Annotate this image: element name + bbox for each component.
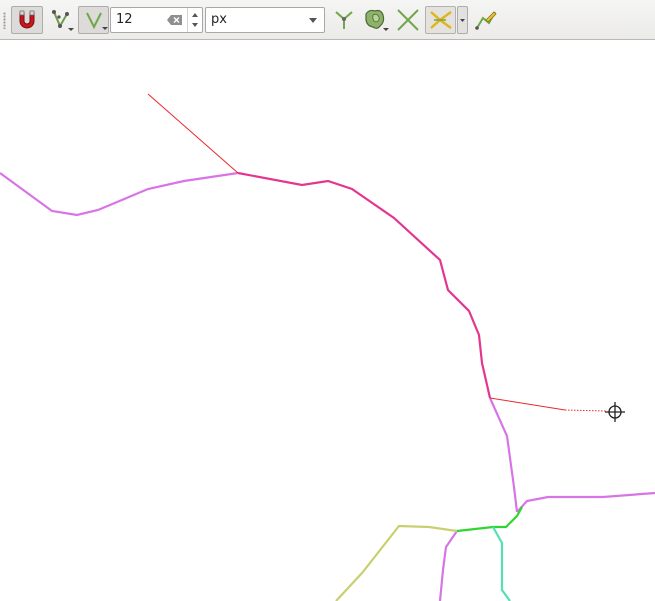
road-southwest-violet: [438, 530, 458, 601]
snap-guide-line: [489, 397, 566, 411]
snap-preview-dotted-line: [564, 409, 607, 412]
clear-icon[interactable]: [167, 14, 183, 26]
tolerance-stepper[interactable]: [187, 8, 202, 32]
road-olive: [335, 524, 458, 601]
snap-guides: [147, 93, 607, 412]
vertex-snap-icon: [86, 12, 108, 30]
self-snapping-dropdown[interactable]: [457, 6, 468, 34]
chevron-down-icon[interactable]: [308, 17, 318, 24]
road-green: [456, 506, 523, 533]
trace-icon: [475, 11, 497, 30]
stepper-arrows-icon[interactable]: [188, 8, 202, 32]
toolbar-grip[interactable]: [3, 12, 6, 29]
road-highlighted-magenta: [237, 171, 492, 399]
tolerance-units-value: px: [211, 12, 227, 27]
tolerance-spinbox[interactable]: 12: [110, 7, 203, 33]
road-west-violet: [0, 171, 239, 217]
avoid-overlap-button[interactable]: [361, 6, 391, 34]
map-canvas[interactable]: [0, 41, 655, 601]
tolerance-value[interactable]: 12: [116, 12, 133, 27]
tolerance-units-select[interactable]: px: [205, 7, 325, 33]
snapping-type-button[interactable]: [78, 6, 109, 34]
chevron-down-icon: [460, 19, 465, 22]
road-south-violet: [488, 397, 519, 513]
road-network: [0, 171, 655, 601]
topological-editing-button[interactable]: [330, 6, 358, 34]
snap-on-intersection-button[interactable]: [394, 6, 422, 34]
avoid-overlap-icon: [365, 9, 389, 31]
self-snap-icon: [430, 11, 452, 29]
snap-guide-line: [147, 93, 239, 174]
vertex-layers-icon: [52, 10, 74, 31]
snapping-toolbar: 12 px: [0, 0, 655, 40]
intersection-icon: [397, 9, 419, 31]
road-cyan: [492, 526, 511, 601]
snapping-toggle-button[interactable]: [11, 6, 43, 34]
road-east-violet: [516, 491, 655, 513]
magnet-icon: [19, 10, 35, 29]
tracing-button[interactable]: [472, 6, 500, 34]
topology-icon: [335, 11, 353, 29]
self-snapping-button[interactable]: [425, 6, 456, 34]
crosshair-cursor-icon: [605, 402, 625, 422]
snapping-mode-button[interactable]: [48, 6, 76, 34]
